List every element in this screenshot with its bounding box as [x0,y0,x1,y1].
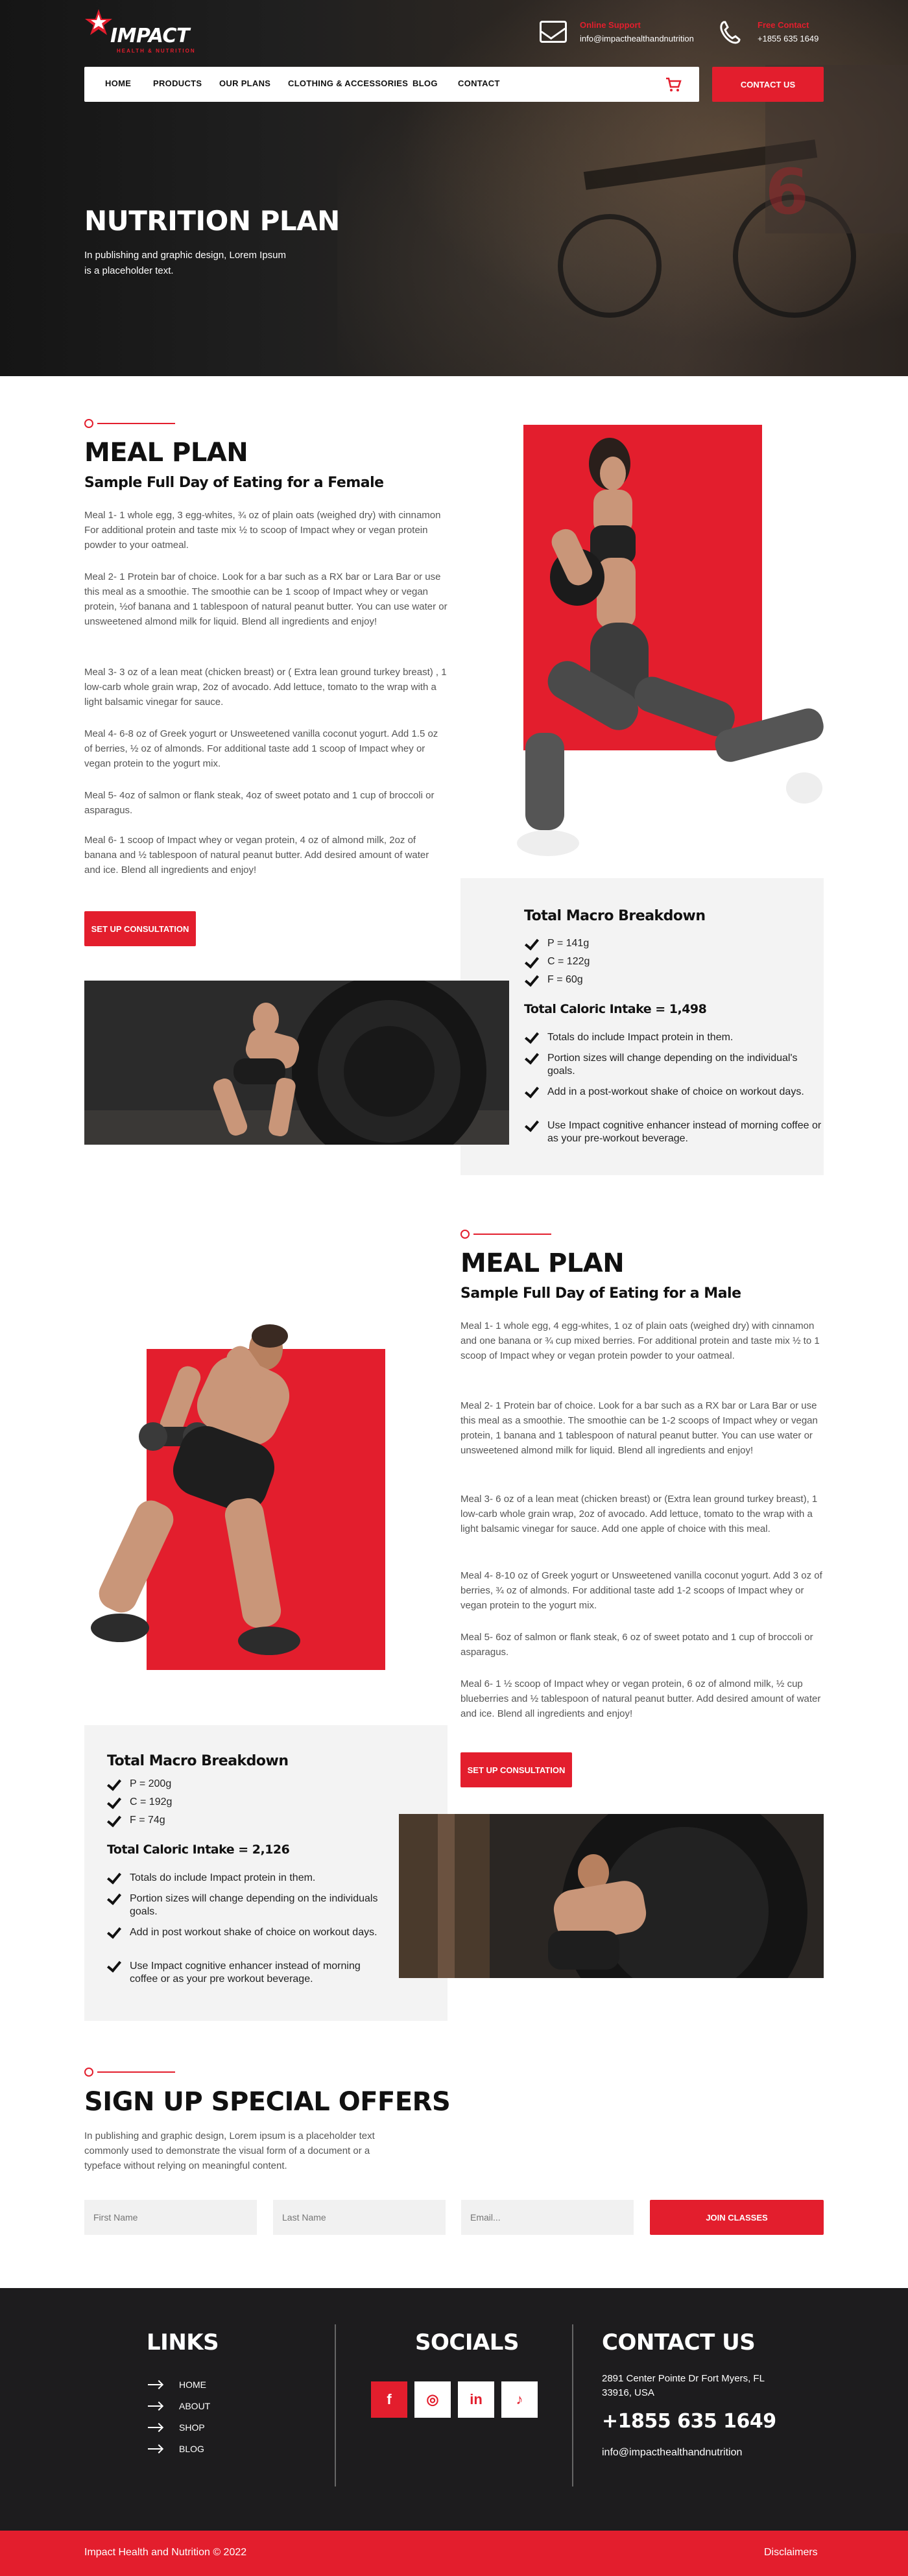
signup-text: In publishing and graphic design, Lorem … [84,2130,375,2171]
female-macro-protein: P = 141g [547,938,590,949]
facebook-icon[interactable]: f [371,2381,407,2418]
signup-title: SIGN UP SPECIAL OFFERS [84,2087,451,2117]
arrow-right-icon [148,2427,162,2428]
male-macro-title: Total Macro Breakdown [107,1753,289,1769]
male-tire-workout-image [399,1814,824,1978]
footer-link-home[interactable]: HOME [179,2379,206,2390]
section-marker [84,419,175,428]
female-note-3: Add in a post-workout shake of choice on… [547,1086,804,1097]
disclaimers-link[interactable]: Disclaimers [764,2547,818,2558]
male-note-4: Use Impact cognitive enhancer instead of… [130,1961,361,1985]
footer [0,2288,908,2531]
footer-link-about[interactable]: ABOUT [179,2401,210,2411]
phone-value[interactable]: +1855 635 1649 [758,34,818,43]
phone-icon [720,21,741,44]
join-classes-button[interactable]: JOIN CLASSES [650,2200,824,2235]
female-meal-3: Meal 3- 3 oz of a lean meat (chicken bre… [84,667,447,708]
arrow-right-icon [148,2448,162,2450]
male-plan-subtitle: Sample Full Day of Eating for a Male [460,1285,741,1302]
nav-clothing-accessories[interactable]: CLOTHING & ACCESSORIES [288,78,408,88]
nav-contact[interactable]: CONTACT [458,78,500,88]
nav-blog[interactable]: BLOG [412,78,438,88]
female-note-2: Portion sizes will change depending on t… [547,1053,798,1077]
female-meal-2: Meal 2- 1 Protein bar of choice. Look fo… [84,571,448,627]
hero-bike-wheel [558,214,662,318]
footer-link-shop[interactable]: SHOP [179,2422,205,2433]
footer-divider [572,2324,573,2487]
hero-title: NUTRITION PLAN [84,205,340,237]
email-value[interactable]: info@impacthealthandnutrition [580,34,694,43]
female-meal-5: Meal 5- 4oz of salmon or flank steak, 4o… [84,790,435,816]
female-macro-fat: F = 60g [547,974,583,985]
female-athlete-image [517,438,824,856]
footer-contact-title: CONTACT US [602,2330,756,2355]
section-marker [460,1230,551,1239]
male-note-1: Totals do include Impact protein in them… [130,1872,316,1883]
cart-icon[interactable] [665,76,682,93]
contact-us-button[interactable]: CONTACT US [712,67,824,102]
first-name-input[interactable] [84,2200,257,2235]
footer-links-title: LINKS [147,2330,219,2355]
female-meal-6: Meal 6- 1 scoop of Impact whey or vegan … [84,835,429,876]
instagram-icon[interactable]: ◎ [414,2381,451,2418]
male-macro-carbs: C = 192g [130,1796,173,1807]
footer-socials-title: SOCIALS [415,2330,519,2355]
female-plan-title: MEAL PLAN [84,438,248,468]
logo-tagline: HEALTH & NUTRITION [117,48,196,54]
female-macro-carbs: C = 122g [547,956,590,967]
hero-text: In publishing and graphic design, Lorem … [84,250,287,276]
male-plan-title: MEAL PLAN [460,1248,625,1278]
male-meal-2: Meal 2- 1 Protein bar of choice. Look fo… [460,1400,818,1456]
hero-banner: 6 [0,0,908,376]
footer-email[interactable]: info@impacthealthandnutrition [602,2447,742,2459]
male-meal-1: Meal 1- 1 whole egg, 4 egg-whites, 1 oz … [460,1320,820,1361]
male-macro-fat: F = 74g [130,1815,165,1826]
male-note-2: Portion sizes will change depending on t… [130,1893,378,1917]
male-caloric-intake: Total Caloric Intake = 2,126 [107,1843,290,1857]
email-label: Online Support [580,20,641,30]
hero-wall-number: 6 [765,156,809,228]
female-caloric-intake: Total Caloric Intake = 1,498 [524,1002,707,1016]
male-note-3: Add in post workout shake of choice on w… [130,1927,377,1938]
logo-star-icon [85,9,112,35]
male-meal-3: Meal 3- 6 oz of a lean meat (chicken bre… [460,1494,818,1534]
female-note-1: Totals do include Impact protein in them… [547,1032,734,1043]
section-marker [84,2068,175,2077]
logo-text[interactable]: IMPACT [110,25,190,47]
male-macro-protein: P = 200g [130,1778,172,1789]
linkedin-icon[interactable]: in [458,2381,494,2418]
last-name-input[interactable] [273,2200,446,2235]
male-meal-5: Meal 5- 6oz of salmon or flank steak, 6 … [460,1632,813,1658]
female-meal-1: Meal 1- 1 whole egg, 3 egg-whites, ¾ oz … [84,510,441,551]
arrow-right-icon [148,2384,162,2385]
tiktok-icon[interactable]: ♪ [501,2381,538,2418]
footer-phone[interactable]: +1855 635 1649 [602,2410,776,2433]
email-input[interactable] [461,2200,634,2235]
footer-link-blog[interactable]: BLOG [179,2444,204,2454]
footer-address: 2891 Center Pointe Dr Fort Myers, FL 339… [602,2373,765,2398]
tire-workout-image [84,981,509,1145]
arrow-right-icon [148,2405,162,2407]
female-plan-subtitle: Sample Full Day of Eating for a Female [84,475,384,491]
nav-home[interactable]: HOME [105,78,131,88]
male-consultation-button[interactable]: SET UP CONSULTATION [460,1752,572,1787]
phone-label: Free Contact [758,20,809,30]
female-macro-title: Total Macro Breakdown [524,908,706,924]
mail-icon [540,21,567,43]
female-note-4: Use Impact cognitive enhancer instead of… [547,1120,822,1144]
copyright: Impact Health and Nutrition © 2022 [84,2547,247,2558]
male-athlete-image [91,1324,300,1655]
nav-our-plans[interactable]: OUR PLANS [219,78,270,88]
female-meal-4: Meal 4- 6-8 oz of Greek yogurt or Unswee… [84,728,438,769]
male-meal-4: Meal 4- 8-10 oz of Greek yogurt or Unswe… [460,1570,822,1611]
nav-products[interactable]: PRODUCTS [153,78,202,88]
footer-divider [335,2324,336,2487]
male-meal-6: Meal 6- 1 ½ scoop of Impact whey or vega… [460,1678,821,1719]
female-consultation-button[interactable]: SET UP CONSULTATION [84,911,196,946]
